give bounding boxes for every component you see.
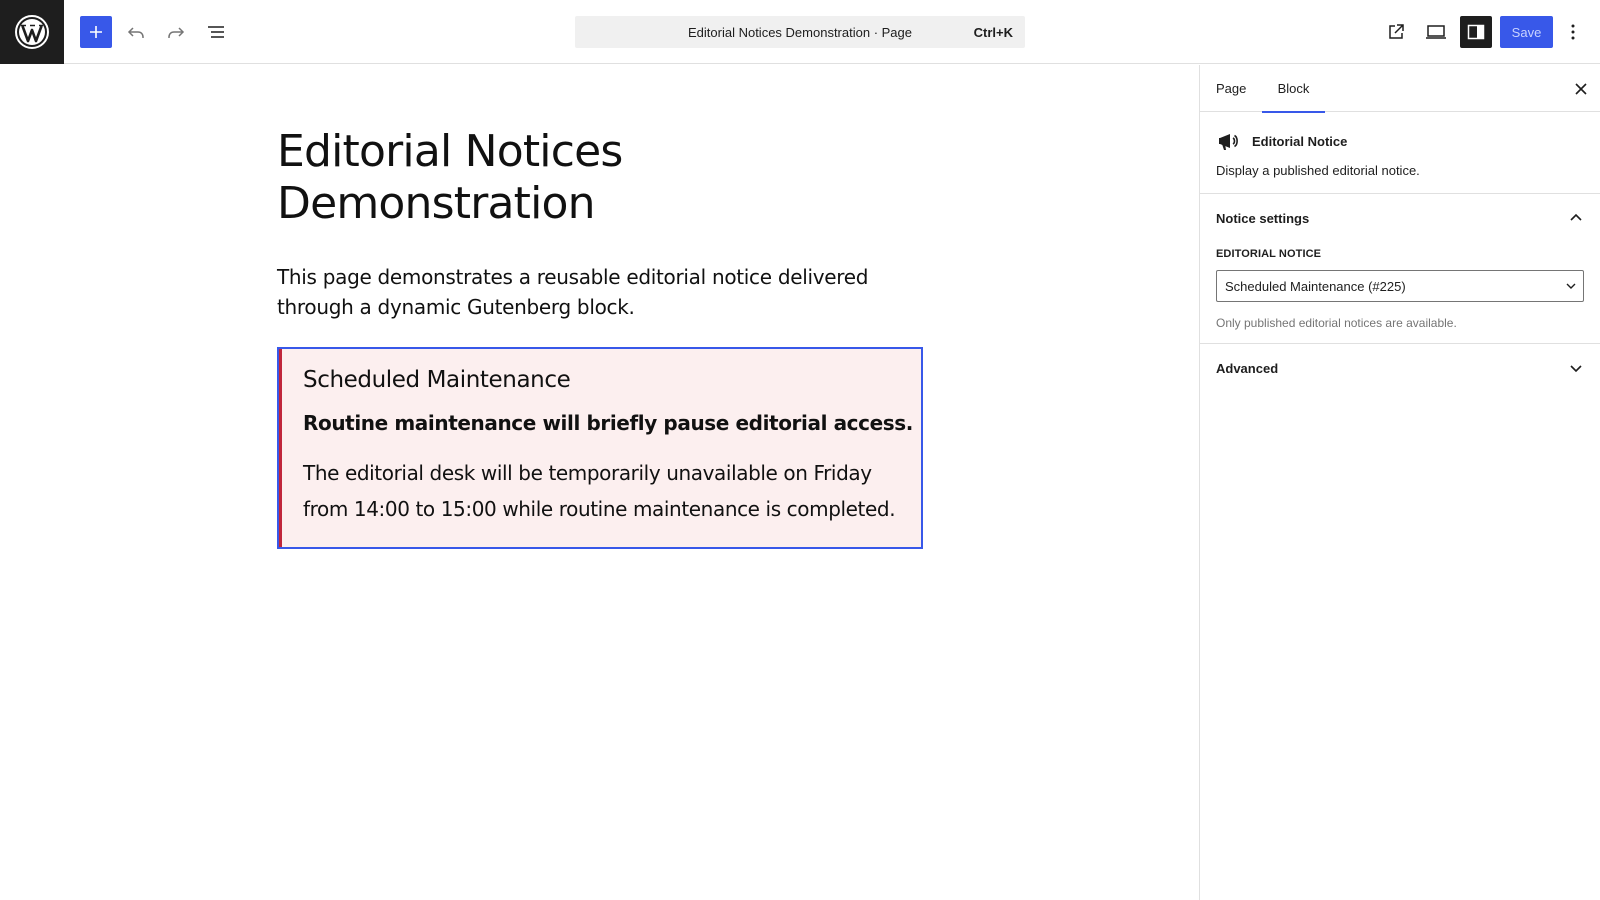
- advanced-panel-toggle[interactable]: Advanced: [1200, 344, 1600, 392]
- advanced-title: Advanced: [1216, 361, 1279, 376]
- wordpress-logo-button[interactable]: [0, 0, 64, 64]
- select-value: Scheduled Maintenance (#225): [1225, 278, 1406, 294]
- options-menu-button[interactable]: [1561, 16, 1585, 48]
- post-title[interactable]: Editorial Notices Demonstration: [277, 126, 917, 230]
- chevron-down-icon: [1566, 283, 1576, 289]
- save-button[interactable]: Save: [1500, 16, 1553, 48]
- close-sidebar-button[interactable]: [1565, 73, 1597, 105]
- help-text: Only published editorial notices are ava…: [1216, 316, 1457, 330]
- chevron-down-icon: [1570, 365, 1582, 373]
- list-view-icon: [208, 26, 224, 38]
- command-palette-button[interactable]: Editorial Notices Demonstration · Page C…: [575, 16, 1025, 48]
- notice-title: Scheduled Maintenance: [303, 367, 571, 393]
- panel-title: Notice settings: [1216, 211, 1310, 226]
- shortcut-hint: Ctrl+K: [973, 24, 1013, 40]
- editor-canvas[interactable]: Editorial Notices Demonstration This pag…: [0, 65, 1199, 900]
- document-overview-button[interactable]: [200, 16, 232, 48]
- settings-toggle-button[interactable]: [1460, 16, 1492, 48]
- editorial-notice-select[interactable]: Scheduled Maintenance (#225): [1216, 270, 1584, 302]
- block-name: Editorial Notice: [1252, 134, 1348, 149]
- preview-button[interactable]: [1420, 16, 1452, 48]
- redo-icon: [168, 27, 185, 38]
- chevron-up-icon: [1570, 213, 1582, 221]
- more-vertical-icon: [1571, 24, 1575, 40]
- block-description: Display a published editorial notice.: [1216, 163, 1420, 178]
- undo-icon: [127, 27, 144, 38]
- undo-button[interactable]: [120, 16, 152, 48]
- notice-accent-bar: [279, 349, 282, 547]
- view-page-button[interactable]: [1380, 16, 1412, 48]
- block-card: Editorial Notice Display a published edi…: [1200, 112, 1600, 194]
- sidebar-settings-icon: [1467, 24, 1485, 40]
- wordpress-icon: [15, 15, 49, 49]
- notice-summary: Routine maintenance will briefly pause e…: [303, 411, 913, 435]
- notice-settings-panel: Notice settings Editorial notice Schedul…: [1200, 194, 1600, 344]
- redo-button[interactable]: [160, 16, 192, 48]
- editor-header: Editorial Notices Demonstration · Page C…: [0, 0, 1600, 64]
- editorial-notice-label: Editorial notice: [1216, 248, 1322, 260]
- settings-sidebar: Page Block Editorial Notice Display a pu…: [1199, 65, 1600, 900]
- external-link-icon: [1389, 24, 1404, 39]
- sidebar-tabs: Page Block: [1200, 65, 1600, 113]
- intro-paragraph[interactable]: This page demonstrates a reusable editor…: [277, 262, 917, 322]
- close-icon: [1575, 83, 1587, 95]
- desktop-preview-icon: [1426, 25, 1446, 39]
- tab-block[interactable]: Block: [1262, 65, 1325, 113]
- document-title: Editorial Notices Demonstration · Page: [688, 24, 912, 40]
- plus-icon: [90, 26, 102, 38]
- block-inserter-button[interactable]: [80, 16, 112, 48]
- editorial-notice-block[interactable]: Scheduled Maintenance Routine maintenanc…: [277, 347, 923, 549]
- megaphone-icon: [1219, 134, 1238, 150]
- notice-settings-toggle[interactable]: Notice settings: [1200, 194, 1600, 242]
- notice-body: The editorial desk will be temporarily u…: [303, 461, 896, 521]
- tab-page[interactable]: Page: [1200, 65, 1262, 112]
